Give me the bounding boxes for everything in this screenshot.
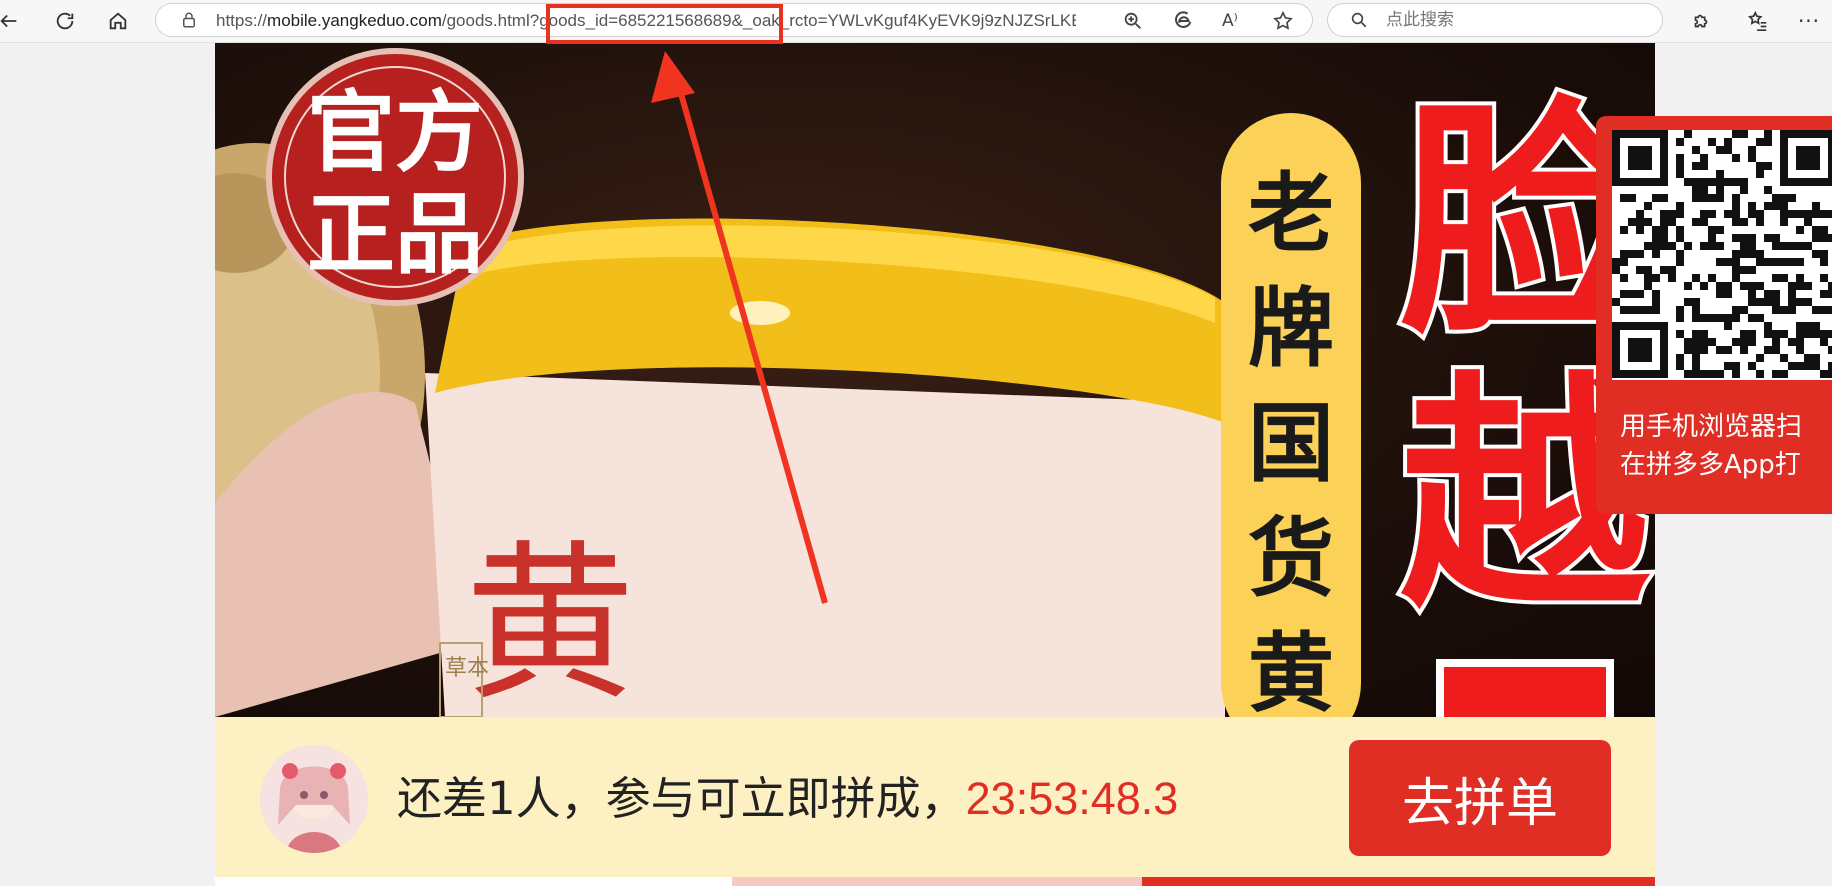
favorites-list-icon xyxy=(1747,10,1767,31)
bottom-strip-segment-red[interactable] xyxy=(1142,877,1655,886)
url-highlight-box xyxy=(546,4,783,44)
group-buy-message: 还差1人，参与可立即拼成，23:53:48.3 xyxy=(397,769,1178,829)
home-button[interactable] xyxy=(101,4,135,38)
qr-code-image xyxy=(1612,130,1832,378)
qr-line1: 用手机浏览器扫 xyxy=(1620,412,1803,442)
home-icon xyxy=(109,12,127,30)
read-aloud-icon[interactable]: A⁾ xyxy=(1222,10,1244,32)
puzzle-icon xyxy=(1694,14,1708,28)
arrow-head xyxy=(651,51,695,103)
more-dots-icon: ··· xyxy=(1797,9,1821,33)
search-icon xyxy=(1351,12,1367,28)
qr-instructions: 用手机浏览器扫 在拼多多App打 xyxy=(1620,408,1832,484)
countdown-timer: 23:53:48.3 xyxy=(965,773,1179,824)
extensions-button[interactable] xyxy=(1684,4,1718,38)
avatar-image xyxy=(260,745,368,853)
refresh-icon xyxy=(56,12,74,30)
more-menu-button[interactable]: ··· xyxy=(1792,4,1826,38)
arrow-shaft xyxy=(675,82,828,604)
avatar xyxy=(260,745,368,853)
lock-icon xyxy=(183,12,195,28)
favorites-button[interactable] xyxy=(1741,4,1775,38)
browser-toolbar: https://mobile.yangkeduo.com/goods.html?… xyxy=(0,0,1832,43)
edge-icon[interactable] xyxy=(1172,10,1194,32)
refresh-button[interactable] xyxy=(48,4,82,38)
bottom-strip-segment-pink xyxy=(732,877,1142,886)
zoom-icon[interactable] xyxy=(1122,10,1144,32)
qr-code-panel[interactable]: 用手机浏览器扫 在拼多多App打 xyxy=(1596,116,1832,514)
search-box[interactable]: 点此搜索 xyxy=(1327,3,1663,37)
product-main-image[interactable]: 黄 草本 官方 正品 老 牌 国 货 黄 脸 越 xyxy=(215,43,1655,717)
search-placeholder: 点此搜索 xyxy=(1386,10,1454,30)
qr-line2: 在拼多多App打 xyxy=(1620,450,1801,480)
qr-code xyxy=(1612,130,1832,380)
group-buy-bar: 还差1人，参与可立即拼成，23:53:48.3 去拼单 xyxy=(215,717,1655,877)
join-group-button[interactable]: 去拼单 xyxy=(1349,740,1611,856)
favorite-star-icon[interactable] xyxy=(1272,10,1294,32)
group-buy-text: 还差1人，参与可立即拼成， xyxy=(397,772,966,825)
back-button[interactable] xyxy=(0,4,26,38)
bottom-tab-strip xyxy=(215,877,1655,886)
back-arrow-icon xyxy=(0,14,17,28)
annotation-arrow xyxy=(651,51,828,604)
